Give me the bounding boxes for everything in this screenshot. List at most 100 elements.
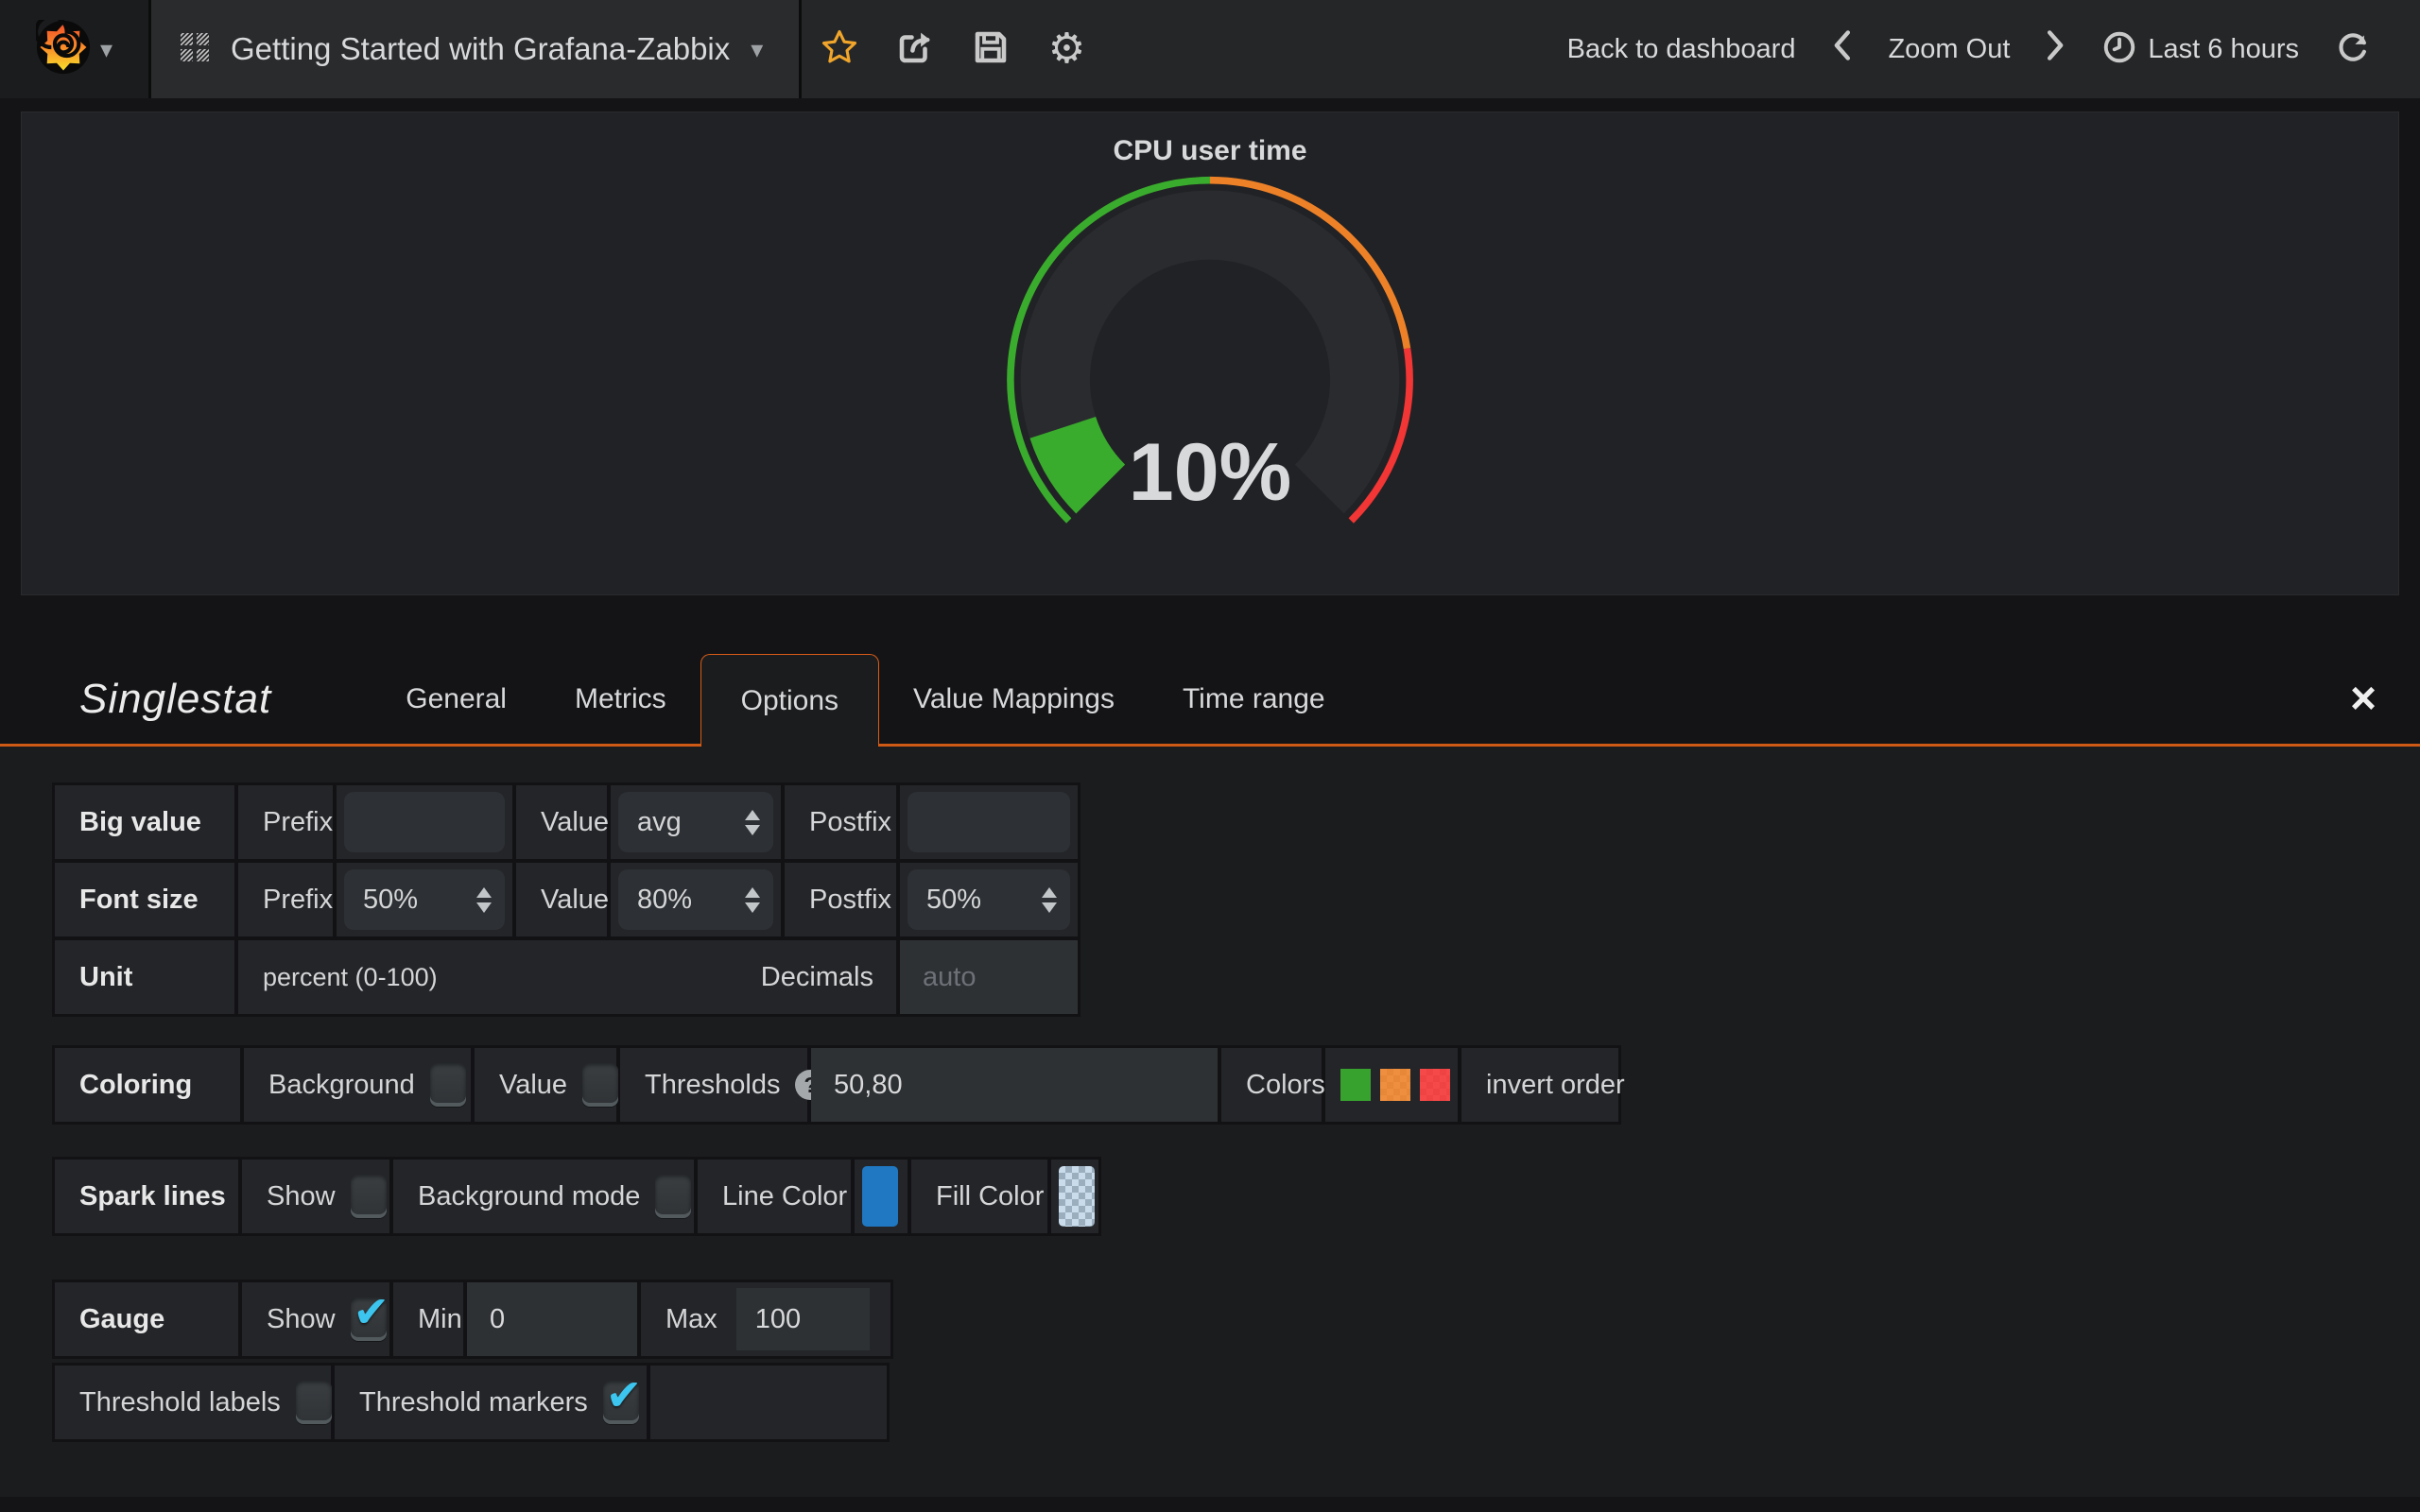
invert-order-link[interactable]: invert order (1461, 1048, 1618, 1122)
gauge-show-label: Show (267, 1304, 336, 1335)
grafana-logo-icon (36, 20, 91, 79)
panel-title[interactable]: CPU user time (22, 112, 2398, 167)
dashboard-title-button[interactable]: Getting Started with Grafana-Zabbix ▾ (151, 0, 802, 98)
spark-lines-row-label: Spark lines (55, 1160, 238, 1233)
thresholds-input[interactable] (811, 1048, 1218, 1122)
grafana-menu-button[interactable]: ▾ (0, 0, 151, 98)
dashboard-title: Getting Started with Grafana-Zabbix (231, 31, 730, 67)
gauge-max-label: Max (666, 1304, 717, 1335)
top-navbar: ▾ Getting Started with Grafana-Zabbix ▾ (0, 0, 2420, 98)
grafana-menu-caret-icon: ▾ (100, 35, 112, 64)
threshold-color-green-swatch[interactable] (1340, 1069, 1371, 1101)
value-options-table: Big value Prefix Value avg Postfix Font … (52, 782, 1080, 1017)
save-button[interactable] (953, 0, 1028, 98)
threshold-color-orange-swatch[interactable] (1380, 1069, 1410, 1101)
big-value-value-label: Value (516, 785, 607, 859)
time-range-picker[interactable]: Last 6 hours (2102, 30, 2299, 69)
gauge-row-label: Gauge (55, 1282, 238, 1356)
spark-show-label: Show (267, 1181, 336, 1212)
font-size-prefix-selected: 50% (363, 885, 418, 916)
zoom-out-button[interactable]: Zoom Out (1888, 34, 2010, 65)
font-size-postfix-selected: 50% (926, 885, 981, 916)
coloring-background-label: Background (268, 1070, 415, 1101)
font-size-prefix-label: Prefix (238, 863, 333, 936)
big-value-prefix-input[interactable] (344, 792, 505, 852)
font-size-value-selected: 80% (637, 885, 692, 916)
big-value-postfix-input[interactable] (908, 792, 1070, 852)
big-value-row-label: Big value (55, 785, 234, 859)
tab-general[interactable]: General (372, 654, 541, 744)
select-stepper-icon (476, 887, 492, 913)
clock-icon (2102, 30, 2136, 69)
save-icon (971, 27, 1011, 72)
tab-options[interactable]: Options (700, 654, 879, 747)
time-shift-forward-button[interactable] (2046, 29, 2066, 69)
editor-close-icon[interactable]: × (2350, 677, 2377, 722)
select-stepper-icon (745, 887, 760, 913)
tab-time-range[interactable]: Time range (1149, 654, 1359, 744)
colors-label: Colors (1221, 1048, 1322, 1122)
gauge-options-table: Gauge Show Min Max (52, 1280, 893, 1359)
gauge-min-label: Min (393, 1282, 463, 1356)
options-form: Big value Prefix Value avg Postfix Font … (0, 747, 2420, 1497)
panel-editor: Singlestat General Metrics Options Value… (0, 654, 2420, 1497)
share-icon (895, 27, 935, 72)
gauge-show-checkbox[interactable] (351, 1297, 387, 1341)
gauge-threshold-table: Threshold labels Threshold markers (52, 1363, 890, 1442)
settings-button[interactable]: ⚙ (1028, 0, 1104, 98)
spark-show-checkbox[interactable] (351, 1175, 387, 1218)
coloring-value-checkbox[interactable] (582, 1063, 618, 1107)
tab-metrics[interactable]: Metrics (541, 654, 700, 744)
big-value-prefix-label: Prefix (238, 785, 333, 859)
time-shift-back-button[interactable] (1831, 29, 1852, 69)
gauge-max-input[interactable] (736, 1288, 870, 1350)
coloring-background-checkbox[interactable] (430, 1063, 466, 1107)
editor-panel-type-title: Singlestat (0, 676, 271, 723)
spark-line-color-swatch[interactable] (862, 1166, 898, 1227)
font-size-value-label: Value (516, 863, 607, 936)
star-button[interactable] (802, 0, 877, 98)
threshold-labels-checkbox[interactable] (296, 1381, 332, 1424)
coloring-value-label: Value (499, 1070, 567, 1101)
select-stepper-icon (745, 810, 760, 835)
dashboard-panel: CPU user time 10% (21, 112, 2399, 595)
dashboard-grid-icon (180, 32, 210, 67)
gauge-chart: 10% (945, 171, 1475, 568)
font-size-row-label: Font size (55, 863, 234, 936)
editor-tabs-bar: Singlestat General Metrics Options Value… (0, 654, 2420, 747)
font-size-postfix-label: Postfix (785, 863, 896, 936)
coloring-table: Coloring Background Value Thresholds ? C… (52, 1045, 1621, 1125)
big-value-postfix-label: Postfix (785, 785, 896, 859)
gear-icon: ⚙ (1048, 28, 1085, 70)
time-range-label: Last 6 hours (2148, 34, 2299, 65)
unit-row-label: Unit (55, 940, 234, 1014)
tab-value-mappings[interactable]: Value Mappings (879, 654, 1149, 744)
threshold-color-red-swatch[interactable] (1420, 1069, 1450, 1101)
threshold-markers-checkbox[interactable] (603, 1381, 639, 1424)
gauge-min-input[interactable] (467, 1282, 637, 1356)
decimals-input[interactable] (900, 940, 1078, 1014)
navbar-right-controls: Back to dashboard Zoom Out Last 6 hours (1567, 0, 2420, 98)
spark-fill-color-swatch[interactable] (1059, 1166, 1095, 1227)
spark-background-mode-checkbox[interactable] (655, 1175, 691, 1218)
threshold-markers-label: Threshold markers (359, 1387, 588, 1418)
font-size-prefix-select[interactable]: 50% (344, 869, 505, 930)
threshold-labels-label: Threshold labels (79, 1387, 281, 1418)
font-size-value-select[interactable]: 80% (618, 869, 773, 930)
spark-background-mode-label: Background mode (418, 1181, 640, 1212)
select-stepper-icon (1042, 887, 1057, 913)
font-size-postfix-select[interactable]: 50% (908, 869, 1070, 930)
refresh-button[interactable] (2335, 29, 2371, 70)
back-to-dashboard-button[interactable]: Back to dashboard (1567, 34, 1796, 65)
gauge-value-label: 10% (1129, 427, 1291, 518)
share-button[interactable] (877, 0, 953, 98)
unit-select-link[interactable]: percent (0-100) (263, 963, 438, 992)
spark-line-color-label: Line Color (698, 1160, 851, 1233)
dashboard-title-caret-icon: ▾ (751, 35, 763, 64)
thresholds-label: Thresholds (645, 1070, 780, 1101)
big-value-stat-select[interactable]: avg (618, 792, 773, 852)
spark-fill-color-label: Fill Color (911, 1160, 1047, 1233)
big-value-stat-selected: avg (637, 807, 682, 838)
coloring-row-label: Coloring (55, 1048, 240, 1122)
star-icon (820, 27, 859, 72)
